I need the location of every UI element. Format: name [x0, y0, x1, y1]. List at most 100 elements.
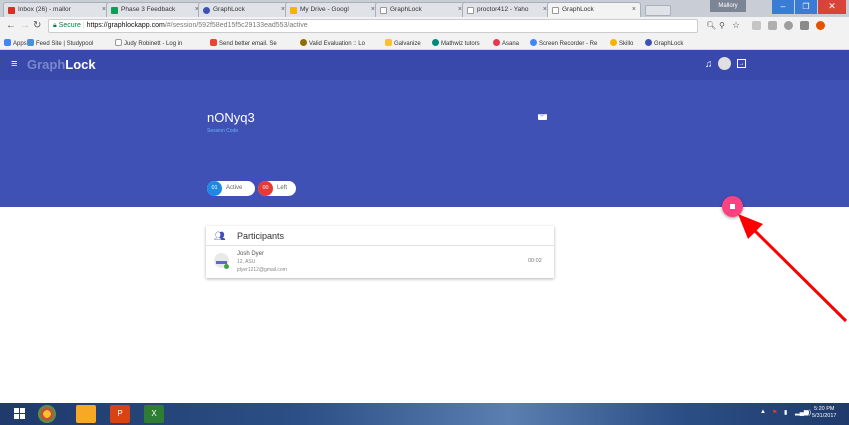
graphlock-favicon-icon: [645, 39, 652, 46]
bookmark-screen-recorder[interactable]: Screen Recorder - Re: [530, 39, 597, 47]
bookmark-asana[interactable]: Asana: [493, 39, 519, 47]
page-icon: [115, 39, 122, 46]
windows-taskbar: P X ▲ ⚑ ▮ ▂▄▆ ◂): [0, 403, 849, 425]
browser-toolbar: ← → ↻ 🔒︎ Secure | https://graphlockapp.c…: [0, 17, 849, 36]
lock-icon: 🔒︎: [53, 22, 57, 29]
tab-label: GraphLock: [562, 6, 594, 13]
tab-label: GraphLock: [213, 6, 245, 13]
gmail-icon: [8, 7, 15, 14]
session-header: ≡ GraphLock ♫ → nONyq3 Session Code 01 A…: [0, 50, 849, 207]
start-button[interactable]: [8, 405, 34, 423]
forward-arrow-icon[interactable]: →: [20, 20, 30, 31]
minimize-button[interactable]: –: [772, 0, 794, 14]
extension-icon[interactable]: [752, 21, 761, 30]
active-count: 01: [207, 181, 222, 196]
opera-icon[interactable]: [816, 21, 825, 30]
tray-flag-icon[interactable]: ⚑: [772, 409, 777, 416]
apps-grid-icon: [4, 39, 11, 46]
participants-header: 👥︎ Participants: [206, 226, 554, 246]
user-avatar[interactable]: [718, 57, 731, 70]
pin-icon[interactable]: ⚲: [719, 21, 725, 30]
bookmark-icon: [432, 39, 439, 46]
bookmarks-bar: Apps Feed Site | Studypool Judy Robinett…: [0, 36, 849, 50]
close-icon[interactable]: ×: [632, 6, 636, 13]
people-icon: 👥︎: [214, 231, 226, 241]
bookmark-icon: [385, 39, 392, 46]
left-count-chip: 00 Left: [258, 181, 296, 196]
tray-chevron-icon[interactable]: ▲: [760, 409, 766, 415]
back-arrow-icon[interactable]: ←: [6, 20, 16, 31]
record-icon: [530, 39, 537, 46]
logout-icon[interactable]: →: [737, 59, 746, 68]
participant-email: jdyer1212@gmail.com: [237, 267, 287, 273]
bookmark-icon: [210, 39, 217, 46]
app-logo[interactable]: GraphLock: [27, 57, 96, 72]
extension-icon[interactable]: [800, 21, 809, 30]
participants-card: 👥︎ Participants Josh Dyer 12, ASU jdyer1…: [206, 226, 554, 278]
graphlock-favicon-icon: [203, 7, 210, 14]
screen: Inbox (26) - mallor × Phase 3 Feedback ×…: [0, 0, 849, 425]
browser-tab-yahoo[interactable]: proctor412 - Yaho ×: [462, 2, 552, 17]
end-session-fab-button[interactable]: [722, 196, 743, 217]
window-close-button[interactable]: ✕: [818, 0, 846, 14]
hamburger-menu-icon[interactable]: ≡: [11, 58, 17, 70]
maximize-button[interactable]: ❐: [795, 0, 817, 14]
page-icon: [552, 7, 559, 14]
tab-label: Inbox (26) - mallor: [18, 6, 71, 13]
app-toolbar: ≡ GraphLock ♫ →: [0, 50, 849, 80]
participant-time: 00:02: [528, 258, 542, 264]
tab-label: Phase 3 Feedback: [121, 6, 176, 13]
profile-button[interactable]: Mallory: [710, 0, 746, 12]
bookmark-icon: [610, 39, 617, 46]
bookmark-graphlock[interactable]: GraphLock: [645, 39, 683, 47]
new-tab-button[interactable]: [645, 5, 671, 16]
url-path: /#/session/592f58ed15f5c29133ead553/acti…: [164, 22, 308, 29]
browser-tab-graphlock-active[interactable]: GraphLock ×: [547, 2, 641, 17]
address-bar[interactable]: 🔒︎ Secure | https://graphlockapp.com/#/s…: [48, 19, 698, 33]
mail-icon[interactable]: [538, 114, 547, 120]
browser-tab-graphlock-1[interactable]: GraphLock ×: [198, 2, 290, 17]
reload-icon[interactable]: ↻: [33, 20, 41, 31]
session-code: nONyq3: [207, 110, 255, 125]
clock-time: 5:20 PM: [813, 406, 835, 412]
battery-icon[interactable]: ▮: [784, 409, 787, 416]
bookmark-sendbetter[interactable]: Send better email. Se: [210, 39, 277, 47]
notification-bell-icon[interactable]: ♫: [705, 59, 713, 70]
bookmark-studypool[interactable]: Feed Site | Studypool: [27, 39, 93, 47]
bookmark-star-icon[interactable]: ☆: [732, 20, 740, 31]
sheets-icon: [111, 7, 118, 14]
browser-tab-strip: Inbox (26) - mallor × Phase 3 Feedback ×…: [0, 0, 849, 17]
extension-icon[interactable]: [784, 21, 793, 30]
volume-icon[interactable]: ◂): [806, 409, 811, 416]
bookmark-valid-evaluation[interactable]: Valid Evaluation :: Lo: [300, 39, 365, 47]
stop-icon: [730, 204, 735, 209]
clock-date: 5/31/2017: [812, 413, 837, 419]
tab-label: My Drive - Googl: [300, 6, 349, 13]
page-icon: [380, 7, 387, 14]
browser-tab-drive[interactable]: My Drive - Googl ×: [285, 2, 380, 17]
asana-icon: [493, 39, 500, 46]
drive-icon: [290, 7, 297, 14]
bookmark-galvanize[interactable]: Galvanize: [385, 39, 421, 47]
left-count: 00: [258, 181, 273, 196]
chrome-taskbar-icon[interactable]: [38, 405, 56, 423]
zoom-icon[interactable]: 🔍︎: [706, 21, 716, 30]
bookmark-apps[interactable]: Apps: [4, 39, 27, 47]
url-host: https://graphlockapp.com: [86, 22, 165, 29]
bookmark-judy[interactable]: Judy Robinett - Log in: [115, 39, 182, 47]
powerpoint-icon[interactable]: P: [110, 405, 130, 423]
taskbar-clock[interactable]: 5:20 PM 5/31/2017: [812, 406, 836, 420]
extension-icon[interactable]: [768, 21, 777, 30]
file-explorer-icon[interactable]: [76, 405, 96, 423]
bookmark-mathwiz[interactable]: Mathwiz tutors: [432, 39, 480, 47]
participants-title: Participants: [237, 231, 285, 241]
page-icon: [467, 7, 474, 14]
browser-tab-phase3[interactable]: Phase 3 Feedback ×: [106, 2, 204, 17]
bookmark-icon: [300, 39, 307, 46]
secure-label: Secure: [58, 22, 81, 29]
browser-tab-gmail[interactable]: Inbox (26) - mallor ×: [3, 2, 111, 17]
bookmark-skillo[interactable]: Skillo: [610, 39, 633, 47]
browser-tab-graphlock-2[interactable]: GraphLock ×: [375, 2, 467, 17]
excel-icon[interactable]: X: [144, 405, 164, 423]
arrow-head: [738, 214, 763, 239]
